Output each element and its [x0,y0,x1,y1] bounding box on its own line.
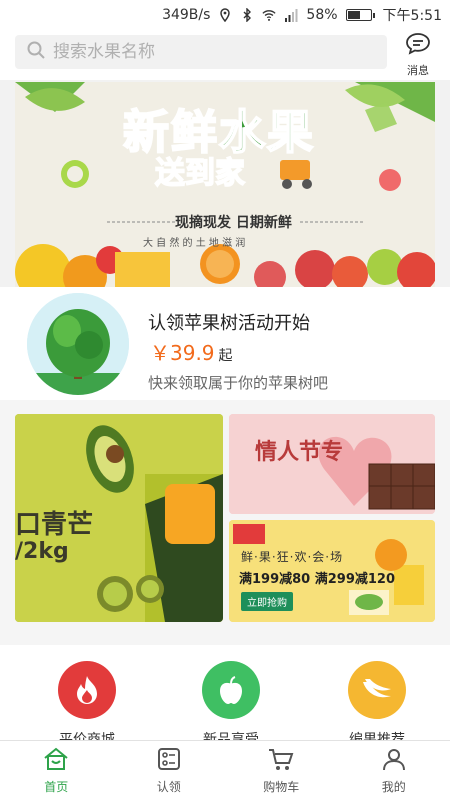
tab-label: 认领 [156,779,181,794]
signal-icon [284,8,298,22]
home-icon [43,747,69,775]
battery-percent: 58% [306,7,338,23]
wifi-icon [262,8,277,22]
category-recommendations[interactable]: 编果推荐 [317,661,437,749]
network-speed: 349B/s [162,7,211,23]
promo-description: 快来领取属于你的苹果树吧 [148,374,329,392]
tab-label: 首页 [44,779,69,794]
fruit-fest-card[interactable]: 鲜·果·狂·欢·会·场 满199减80 满299减120 立即抢购 [229,520,435,622]
tab-home[interactable]: 首页 [0,741,113,800]
message-button[interactable]: 消息 [400,32,436,77]
search-input[interactable] [53,42,353,62]
tab-label: 购物车 [263,779,300,794]
promo-card[interactable]: 认领苹果树活动开始 ￥39.9 起 快来领取属于你的苹果树吧 [0,287,450,400]
location-icon [218,8,232,22]
banana-icon [348,661,406,719]
claim-icon [157,747,181,775]
bluetooth-icon [240,8,254,22]
bottom-tab-bar: 首页 认领 购物车 我的 [0,740,450,800]
app-page: 349B/s 58% 下午5:51 搜索水果名称 消息 新鲜水果 送到家 现摘现… [0,0,450,800]
fruit-fest-offer: 满199减80 满299减120 [239,572,396,587]
price-value: ￥39.9 [150,341,215,365]
category-discount-mall[interactable]: 平价商城 [27,661,147,749]
banner-subtitle: 大 自 然 的 土 地 滋 润 [143,238,246,249]
valentine-card[interactable]: 情人节专 [229,414,435,514]
user-icon [382,747,406,775]
mango-card-line1: 口青芒 [15,510,94,540]
tab-cart[interactable]: 购物车 [225,741,338,800]
buy-now-button[interactable]: 立即抢购 [241,592,293,611]
promo-title: 认领苹果树活动开始 [148,313,310,334]
promo-grid: 口青芒 /2kg 情人节专 鲜·果·狂·欢·会·场 满199减80 满299减1… [0,400,450,645]
price-suffix: 起 [218,348,233,364]
chat-bubble-icon [405,32,431,60]
search-bar[interactable] [15,35,387,69]
tab-claim[interactable]: 认领 [113,741,226,800]
flame-icon [58,661,116,719]
valentine-text: 情人节专 [255,440,344,465]
tree-image [27,293,129,395]
mango-card-line2: /2kg [15,539,69,564]
status-bar: 349B/s 58% 下午5:51 [0,0,450,30]
promo-price: ￥39.9 起 [150,337,233,366]
cart-icon [268,747,294,775]
tab-profile[interactable]: 我的 [338,741,450,800]
mango-card[interactable]: 口青芒 /2kg [15,414,223,622]
clock: 下午5:51 [382,8,442,24]
apple-icon [202,661,260,719]
message-label: 消息 [407,64,429,77]
fruit-fest-title: 鲜·果·狂·欢·会·场 [241,550,344,564]
tab-label: 我的 [381,779,406,794]
banner-tagline: 现摘现发 日期新鲜 [175,215,292,231]
search-icon [27,41,45,64]
banner-carousel[interactable]: 新鲜水果 送到家 现摘现发 日期新鲜 大 自 然 的 土 地 滋 润 [15,82,435,287]
category-new-products[interactable]: 新品享受 [171,661,291,749]
banner-title-2: 送到家 [154,155,246,192]
category-row: 平价商城 新品享受 编果推荐 [0,645,450,748]
header: 消息 [0,30,450,80]
battery-icon [345,9,375,21]
